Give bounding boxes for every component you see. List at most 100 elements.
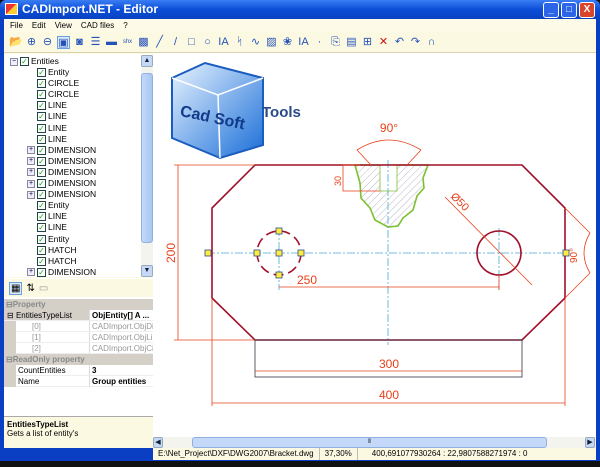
layers-icon[interactable]: ☰ bbox=[89, 36, 102, 49]
undo-icon[interactable]: ↶ bbox=[393, 36, 406, 49]
grip-handle[interactable] bbox=[275, 227, 283, 235]
checkbox[interactable]: ✓ bbox=[37, 201, 46, 211]
menu-cad-files[interactable]: CAD files bbox=[81, 19, 114, 32]
checkbox[interactable]: ✓ bbox=[37, 145, 46, 155]
spline-icon[interactable]: ∿ bbox=[249, 36, 262, 49]
tree-item[interactable]: +✓CIRCLE bbox=[27, 89, 79, 100]
checkbox[interactable]: ✓ bbox=[37, 68, 46, 77]
insert-icon[interactable]: ❀ bbox=[281, 36, 294, 49]
fit-icon[interactable]: ▣ bbox=[57, 35, 70, 49]
redo-icon[interactable]: ↷ bbox=[409, 36, 422, 49]
menu-view[interactable]: View bbox=[55, 19, 72, 32]
line-icon[interactable]: / bbox=[169, 36, 182, 49]
open-icon[interactable]: 📂 bbox=[9, 36, 23, 49]
property-row[interactable]: [0]CADImport.ObjDim bbox=[4, 321, 153, 332]
expand-icon[interactable]: + bbox=[27, 268, 35, 277]
tree-item[interactable]: + ✓ DIMENSION bbox=[27, 156, 96, 167]
tree-item[interactable]: +✓HATCH bbox=[27, 245, 77, 256]
tree-item[interactable]: +✓LINE bbox=[27, 134, 67, 145]
checkbox[interactable]: ✓ bbox=[37, 234, 46, 244]
grip-handle[interactable] bbox=[275, 271, 283, 279]
pen-icon[interactable]: ╱ bbox=[153, 36, 166, 49]
scroll-up-button[interactable]: ▲ bbox=[141, 55, 153, 67]
snap-magnet-icon[interactable]: ∩ bbox=[425, 36, 438, 49]
checkbox[interactable]: ✓ bbox=[37, 256, 46, 266]
collapse-icon[interactable]: − bbox=[10, 57, 18, 66]
menu-file[interactable]: File bbox=[10, 19, 23, 32]
delete-icon[interactable]: ✕ bbox=[377, 36, 390, 49]
expand-icon[interactable]: + bbox=[27, 190, 35, 199]
checkbox[interactable]: ✓ bbox=[37, 190, 46, 200]
checkbox[interactable]: ✓ bbox=[37, 123, 46, 133]
checkbox[interactable]: ✓ bbox=[37, 179, 46, 188]
drawing-canvas[interactable]: Cad Soft Tools 90° 30 Ø50 200 250 300 40… bbox=[153, 53, 596, 442]
image-icon[interactable]: ▩ bbox=[137, 36, 150, 49]
checkbox[interactable]: ✓ bbox=[37, 167, 46, 177]
property-row[interactable]: [1]CADImport.ObjLine bbox=[4, 332, 153, 343]
rectangle-icon[interactable]: □ bbox=[185, 36, 198, 49]
scroll-right-button[interactable]: ▶ bbox=[585, 437, 595, 448]
mtext-icon[interactable]: IA bbox=[297, 36, 310, 49]
circle-icon[interactable]: ○ bbox=[201, 36, 214, 49]
tree-item[interactable]: + ✓ DIMENSION bbox=[27, 267, 96, 278]
expand-icon[interactable]: + bbox=[27, 146, 35, 155]
zoom-out-icon[interactable]: ⊖ bbox=[41, 36, 54, 49]
checkbox[interactable]: ✓ bbox=[37, 112, 46, 122]
expand-icon[interactable]: + bbox=[27, 179, 35, 188]
point-icon[interactable]: · bbox=[313, 36, 326, 49]
checkbox[interactable]: ✓ bbox=[37, 134, 46, 144]
category-readonly[interactable]: ⊟ ReadOnly property bbox=[4, 354, 153, 365]
grip-handle[interactable] bbox=[204, 249, 212, 257]
tree-root-entities[interactable]: − ✓ Entities bbox=[10, 56, 59, 67]
polyline-icon[interactable]: ᛋ bbox=[233, 36, 246, 49]
property-row[interactable]: Name Group entities bbox=[4, 376, 153, 387]
tree-item[interactable]: +✓LINE bbox=[27, 222, 67, 233]
checkbox[interactable]: ✓ bbox=[37, 223, 46, 233]
expand-icon[interactable]: + bbox=[27, 157, 35, 166]
checkbox[interactable]: ✓ bbox=[37, 156, 46, 166]
tree-item[interactable]: +✓LINE bbox=[27, 211, 67, 222]
save-icon[interactable]: ▬ bbox=[105, 36, 118, 49]
scroll-thumb[interactable]: ⦀ bbox=[192, 437, 547, 448]
sort-alpha-icon[interactable]: ⇅ bbox=[26, 283, 34, 294]
tree-item[interactable]: + ✓ DIMENSION bbox=[27, 178, 96, 189]
checkbox[interactable]: ✓ bbox=[37, 79, 46, 89]
property-row[interactable]: ⊟ EntitiesTypeList ObjEntity[] A ... bbox=[4, 310, 153, 321]
zoom-in-icon[interactable]: ⊕ bbox=[25, 36, 38, 49]
property-row[interactable]: CountEntities 3 bbox=[4, 365, 153, 376]
property-pages-icon[interactable]: ▭ bbox=[39, 283, 48, 294]
view-icon[interactable]: ◙ bbox=[73, 36, 86, 49]
tree-item[interactable]: +✓LINE bbox=[27, 123, 67, 134]
tree-item[interactable]: + ✓ DIMENSION bbox=[27, 145, 96, 156]
tree-scrollbar[interactable]: ▲ ▼ bbox=[141, 55, 153, 277]
expand-icon[interactable]: + bbox=[27, 168, 35, 177]
property-value[interactable]: ObjEntity[] A ... bbox=[90, 310, 153, 321]
minimize-button[interactable]: _ bbox=[543, 2, 559, 18]
property-row[interactable]: [2]CADImport.ObjCirc bbox=[4, 343, 153, 354]
tree-item[interactable]: + ✓ DIMENSION bbox=[27, 189, 96, 200]
checkbox[interactable]: ✓ bbox=[37, 245, 46, 255]
checkbox[interactable]: ✓ bbox=[37, 212, 46, 222]
menu-edit[interactable]: Edit bbox=[32, 19, 46, 32]
maximize-button[interactable]: □ bbox=[561, 2, 577, 18]
canvas-horizontal-scrollbar[interactable]: ◀ ⦀ ▶ bbox=[153, 437, 596, 448]
grip-handle[interactable] bbox=[297, 249, 305, 257]
grip-handle[interactable] bbox=[253, 249, 261, 257]
tree-item[interactable]: +✓Entity bbox=[27, 200, 69, 211]
grip-handle[interactable] bbox=[275, 249, 283, 257]
close-button[interactable]: X bbox=[579, 2, 595, 18]
checkbox[interactable]: ✓ bbox=[37, 90, 46, 100]
scroll-down-button[interactable]: ▼ bbox=[141, 265, 153, 277]
scroll-thumb[interactable] bbox=[141, 73, 153, 243]
checkbox[interactable]: ✓ bbox=[37, 267, 46, 277]
hatch-icon[interactable]: ▨ bbox=[265, 36, 278, 49]
tree-item[interactable]: +✓HATCH bbox=[27, 256, 77, 267]
checkbox[interactable]: ✓ bbox=[20, 57, 29, 66]
tree-item[interactable]: +✓LINE bbox=[27, 111, 67, 122]
text-icon[interactable]: IA bbox=[217, 36, 230, 49]
tree-item[interactable]: +✓CIRCLE bbox=[27, 78, 79, 89]
scroll-left-button[interactable]: ◀ bbox=[153, 437, 163, 448]
checkbox[interactable]: ✓ bbox=[37, 101, 46, 111]
copy-icon[interactable]: ⎘ bbox=[329, 36, 342, 49]
tree-item[interactable]: +✓LINE bbox=[27, 100, 67, 111]
